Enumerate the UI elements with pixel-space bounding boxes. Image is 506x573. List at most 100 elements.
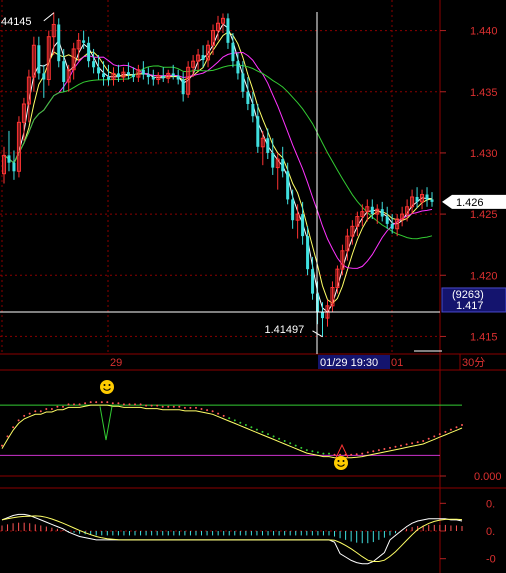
indicator1-dot [12,426,15,429]
high-pointer [43,12,55,22]
candle-body [161,75,165,79]
candlesticks [2,12,434,337]
indicator1-dot [222,414,225,417]
indicator1-dot [461,424,463,426]
candle-body [82,40,86,43]
indicator1-dot [455,426,458,429]
indicator1-dot [34,410,37,413]
indicator1-dot [23,414,26,417]
indicator1-dot [394,445,397,448]
candle-body [286,171,290,200]
indicator1-dot [400,444,402,447]
candle-body [321,311,325,319]
candle-body [116,73,120,78]
indicator1-dot [56,405,59,408]
indicator1-dot [189,406,192,409]
indicator1-dot [39,410,42,413]
macd-panel: 0. 0. -0 [0,498,496,566]
indicator1-dot [255,428,258,431]
indicator1-dot [449,428,452,431]
candle-body [370,206,374,215]
indicator1-dot [178,405,181,408]
macd-dif-line [1,513,463,565]
indicator1-dot [355,453,358,456]
candle-body [201,55,205,60]
indicator1-dot [283,440,286,442]
candle-body [131,74,135,78]
indicator1-dot [84,402,87,405]
candle-body [385,216,389,224]
indicator1-dot [195,406,197,409]
indicator1-dot [361,452,364,455]
current-price-label: 1.426 [456,197,484,209]
smiley-marker-eye [342,460,345,462]
indicator1-dot [422,440,425,442]
candle-body [271,152,275,168]
candle-body [176,75,180,80]
indicator1-dot [228,417,231,420]
candle-body [42,73,46,80]
indicator1-dot [161,405,164,408]
candle-body [7,155,11,163]
indicator1-dot [6,435,9,438]
smiley-marker-eye [108,384,111,386]
candle-body [226,18,230,43]
indicator1-dot [78,403,81,406]
indicator1-dot [111,402,114,405]
candle-body [311,269,315,294]
candle-body [12,162,16,172]
macd-y-tick-label: 0. [486,526,495,538]
high-price-label: 1.44145 [0,16,32,28]
candle-body [151,77,155,80]
indicator1-dot [333,453,336,456]
candle-body [102,73,106,78]
candle-body [251,103,255,117]
indicator1-dot [411,442,414,445]
indicator1-dot [217,412,220,415]
candle-body [281,159,285,172]
indicator1-dot [106,401,109,404]
indicator1-dot [244,424,247,426]
indicator1-dot [62,405,64,408]
indicator1-dot [294,444,297,447]
y-tick-label: 1.430 [470,148,498,160]
y-tick-label: 1.415 [470,331,498,343]
indicator1-dot [405,443,408,446]
crosshair-price-label: 1.417 [456,300,484,312]
period-label: 30分 [462,356,485,369]
indicator1-dot [145,404,148,407]
indicator1-dot [100,401,103,404]
indicator1-dot [89,401,92,404]
indicator1-dot [1,444,3,447]
candle-body [291,199,295,221]
indicator1-dot [150,404,153,407]
indicator1-dot [267,433,269,436]
candle-body [171,73,175,76]
indicator1-dot [167,405,170,408]
candle-body [390,223,394,229]
indicator1-dot [311,450,314,453]
candle-body [430,199,434,202]
candle-body [231,42,235,62]
candle-body [380,209,384,217]
indicator1-dot [183,406,186,409]
crosshair-time-label: 01/29 19:30 [320,357,378,369]
candle-body [241,73,245,92]
signal-spike-green [99,406,113,441]
smiley-marker [100,380,114,394]
indicator1-dot [261,430,264,433]
candle-body [141,69,145,75]
candle-body [301,214,305,237]
indicator1-dot [73,403,75,406]
x-label-01: 01 [391,357,403,369]
low-price-label: 1.41497 [265,324,305,336]
candle-body [146,74,150,78]
indicator1-dot [95,401,98,404]
macd-dea-line [1,515,463,562]
indicator1-dot [239,421,242,424]
indicator1-dot [134,403,136,406]
indicator1-dot [172,405,175,408]
y-tick-label: 1.435 [470,87,498,99]
indicator1-dot [278,437,281,440]
candle-body [37,45,41,74]
